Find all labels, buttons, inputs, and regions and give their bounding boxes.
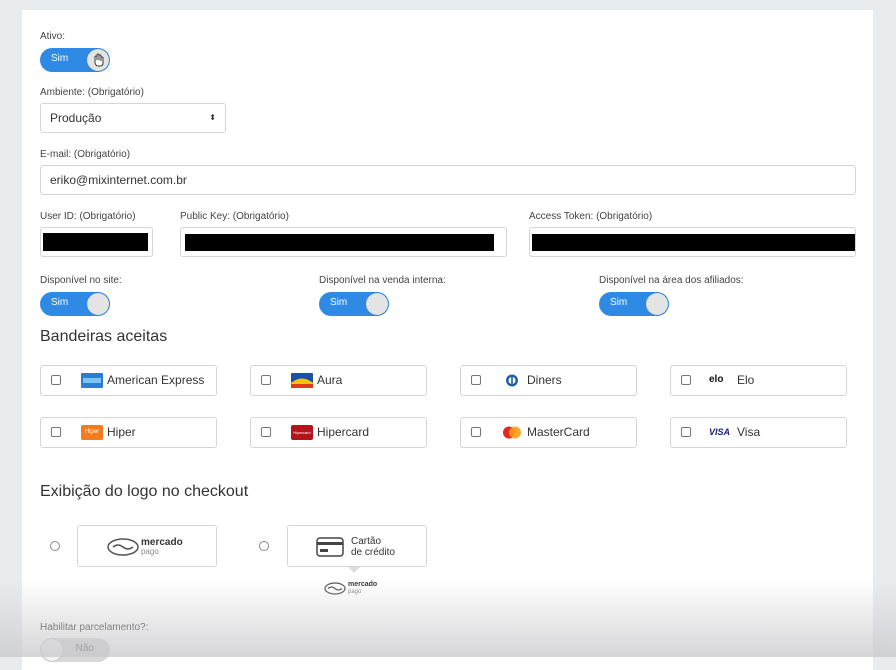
brand-label: Hiper — [107, 425, 136, 439]
logo-option-mercadopago-radio[interactable] — [50, 541, 60, 551]
amex-icon — [81, 373, 103, 388]
email-field[interactable]: eriko@mixinternet.com.br — [40, 165, 856, 195]
brand-label: MasterCard — [527, 425, 590, 439]
bandeiras-heading: Bandeiras aceitas — [40, 328, 168, 345]
ativo-toggle-text: Sim — [51, 53, 69, 64]
brand-option-hipercard[interactable]: Hipercard Hipercard — [250, 417, 427, 448]
toggle-knob — [87, 49, 109, 71]
hipercard-icon: Hipercard — [291, 425, 313, 440]
aura-icon — [291, 373, 313, 388]
toggle-knob — [366, 293, 388, 315]
hiper-icon: Hiper — [81, 425, 103, 440]
checkbox[interactable] — [681, 375, 691, 385]
mastercard-icon — [503, 426, 521, 439]
email-label: E-mail: (Obrigatório) — [40, 149, 131, 160]
brand-option-amex[interactable]: American Express — [40, 365, 217, 396]
visa-icon: VISA — [709, 427, 731, 437]
logo-option-cartao-radio[interactable] — [259, 541, 269, 551]
mercadopago-small-text: mercado — [348, 581, 378, 588]
disponivel-afiliados-label: Disponível na área dos afiliados: — [599, 275, 744, 286]
brand-label: Diners — [527, 373, 562, 387]
checkbox[interactable] — [471, 427, 481, 437]
toggle-text: Não — [75, 643, 94, 654]
ambiente-select-value: Produção — [50, 111, 102, 125]
ativo-toggle[interactable]: Sim — [40, 48, 110, 72]
brand-label: Aura — [317, 373, 343, 387]
ambiente-select[interactable]: Produção ⬍ — [40, 103, 226, 133]
toggle-knob — [646, 293, 668, 315]
disponivel-afiliados-toggle[interactable]: Sim — [599, 292, 669, 316]
checkbox[interactable] — [51, 375, 61, 385]
mercadopago-small-subtext: pago — [348, 589, 362, 595]
logo-option-mercadopago[interactable]: mercado pago — [77, 525, 217, 567]
select-arrows-icon: ⬍ — [209, 113, 216, 122]
brand-label: American Express — [107, 373, 205, 387]
disponivel-site-toggle[interactable]: Sim — [40, 292, 110, 316]
redaction-bar — [43, 233, 148, 251]
user-id-label: User ID: (Obrigatório) — [40, 211, 136, 222]
brand-option-visa[interactable]: VISA Visa — [670, 417, 847, 448]
cartao-line1: Cartão — [351, 536, 382, 547]
redaction-bar — [532, 234, 855, 251]
brand-option-elo[interactable]: elo Elo — [670, 365, 847, 396]
parcelamento-label: Habilitar parcelamento?: — [40, 622, 149, 633]
diners-icon — [506, 374, 518, 387]
mercadopago-handshake-icon — [324, 582, 346, 595]
checkbox[interactable] — [261, 427, 271, 437]
logo-option-cartao[interactable]: Cartão de crédito — [287, 525, 427, 567]
brand-label: Hipercard — [317, 425, 370, 439]
hand-cursor-icon — [94, 53, 104, 67]
mercadopago-logo-subtext: pago — [141, 547, 159, 556]
email-value: eriko@mixinternet.com.br — [50, 173, 187, 187]
mercadopago-handshake-icon — [107, 538, 139, 556]
brand-option-hiper[interactable]: Hiper Hiper — [40, 417, 217, 448]
user-id-field[interactable] — [40, 227, 153, 257]
disponivel-venda-toggle[interactable]: Sim — [319, 292, 389, 316]
checkbox[interactable] — [51, 427, 61, 437]
exibicao-heading: Exibição do logo no checkout — [40, 483, 249, 500]
public-key-label: Public Key: (Obrigatório) — [180, 211, 289, 222]
access-token-field[interactable] — [529, 227, 856, 257]
toggle-text: Sim — [610, 297, 628, 308]
brand-option-diners[interactable]: Diners — [460, 365, 637, 396]
ativo-label: Ativo: — [40, 31, 66, 42]
toggle-knob — [41, 639, 63, 661]
disponivel-venda-label: Disponível na venda interna: — [319, 275, 446, 286]
settings-card: Ativo: Sim Ambiente: (Obrigatório) Produ… — [22, 10, 873, 670]
checkbox[interactable] — [681, 427, 691, 437]
toggle-text: Sim — [51, 297, 69, 308]
brand-option-mastercard[interactable]: MasterCard — [460, 417, 637, 448]
parcelamento-toggle[interactable]: Não — [40, 638, 110, 662]
toggle-knob — [87, 293, 109, 315]
brand-option-aura[interactable]: Aura — [250, 365, 427, 396]
brand-label: Visa — [737, 425, 761, 439]
brand-label: Elo — [737, 373, 755, 387]
disponivel-site-label: Disponível no site: — [40, 275, 122, 286]
public-key-field[interactable] — [180, 227, 507, 257]
toggle-text: Sim — [330, 297, 348, 308]
tooltip-arrow — [348, 567, 360, 573]
access-token-label: Access Token: (Obrigatório) — [529, 211, 653, 222]
checkbox[interactable] — [261, 375, 271, 385]
redaction-bar — [185, 234, 494, 251]
ambiente-label: Ambiente: (Obrigatório) — [40, 87, 144, 98]
checkbox[interactable] — [471, 375, 481, 385]
cartao-line2: de crédito — [351, 547, 395, 558]
elo-icon: elo — [709, 374, 724, 385]
credit-card-icon — [316, 537, 344, 557]
